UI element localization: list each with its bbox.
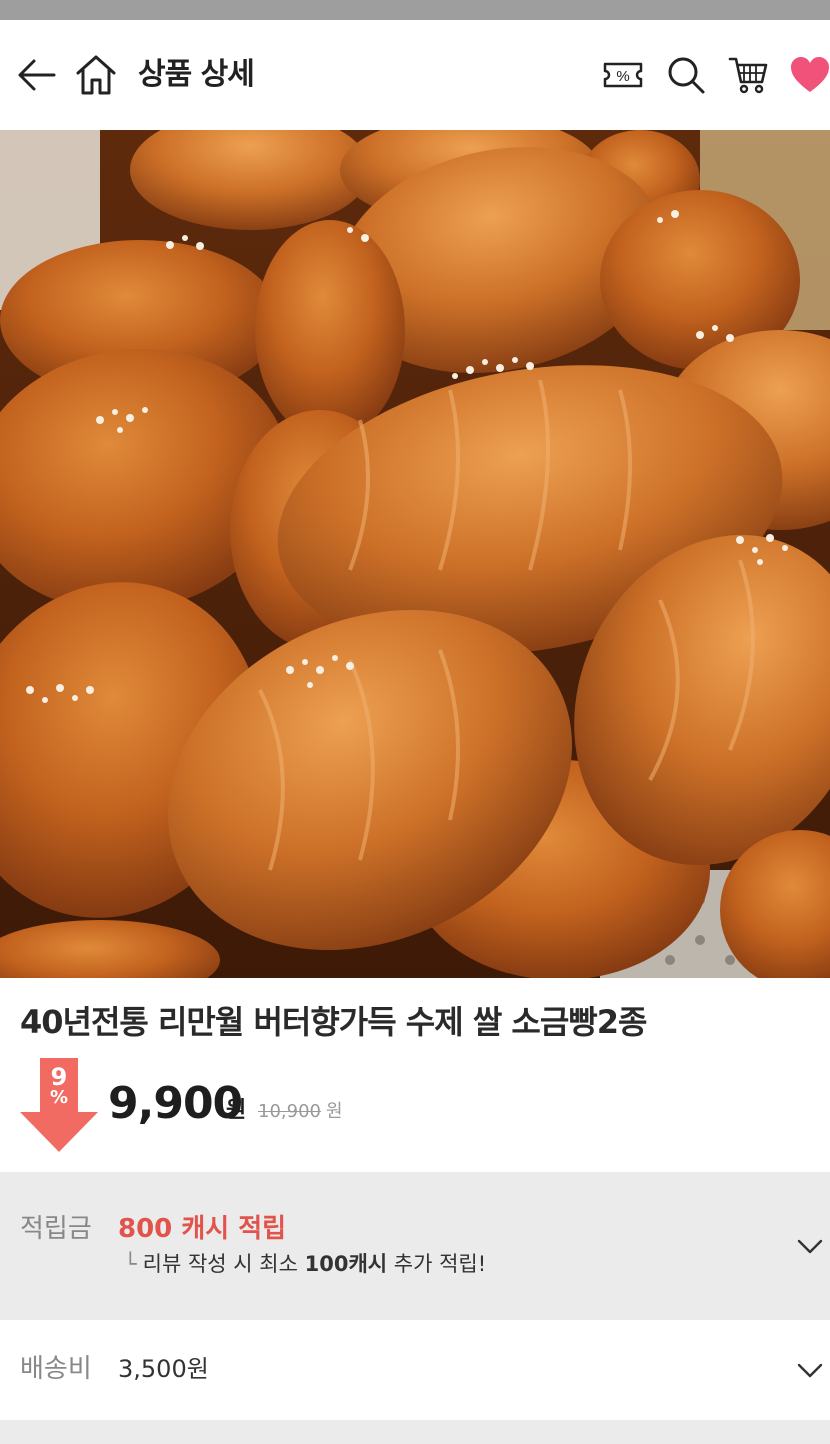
coupon-icon[interactable]: %	[602, 59, 644, 91]
review-bonus-suffix: 추가 적립!	[387, 1252, 487, 1276]
discount-unit: %	[49, 1087, 69, 1108]
review-bonus-note: └ 리뷰 작성 시 최소 100캐시 추가 적립!	[124, 1250, 486, 1278]
salt-bread-photo	[0, 130, 830, 978]
sale-price: 9,900	[108, 1078, 243, 1129]
search-icon[interactable]	[666, 55, 706, 95]
review-bonus-prefix: 리뷰 작성 시 최소	[142, 1252, 305, 1276]
original-price-unit: 원	[326, 1101, 343, 1122]
coupon-symbol: %	[616, 68, 629, 85]
heart-icon[interactable]	[790, 56, 830, 94]
product-title: 40년전통 리만월 버터향가득 수제 쌀 소금빵2종	[20, 1003, 647, 1041]
points-label: 적립금	[20, 1214, 92, 1244]
top-app-bar: 상품 상세 %	[0, 20, 830, 130]
back-arrow-icon[interactable]	[16, 54, 58, 96]
product-info: 40년전통 리만월 버터향가득 수제 쌀 소금빵2종 9 % 9,900 원 1…	[0, 978, 830, 1172]
section-divider	[0, 1420, 830, 1444]
chevron-down-icon[interactable]	[796, 1362, 824, 1380]
home-icon[interactable]	[74, 53, 118, 97]
sale-price-unit: 원	[226, 1098, 247, 1123]
points-row[interactable]: 적립금 800 캐시 적립 └ 리뷰 작성 시 최소 100캐시 추가 적립!	[0, 1172, 830, 1320]
original-price: 10,900	[258, 1101, 321, 1122]
status-bar	[0, 0, 830, 20]
cart-icon[interactable]	[728, 55, 770, 95]
shipping-row[interactable]: 배송비 3,500원	[0, 1320, 830, 1420]
shipping-label: 배송비	[20, 1354, 92, 1384]
page-title: 상품 상세	[138, 57, 255, 92]
chevron-down-icon[interactable]	[796, 1238, 824, 1256]
corner-bracket-icon: └	[124, 1252, 137, 1276]
points-value: 800 캐시 적립	[118, 1214, 287, 1244]
shipping-fee: 3,500원	[118, 1355, 209, 1383]
review-bonus-amount: 100캐시	[304, 1252, 388, 1276]
product-image[interactable]	[0, 130, 830, 978]
